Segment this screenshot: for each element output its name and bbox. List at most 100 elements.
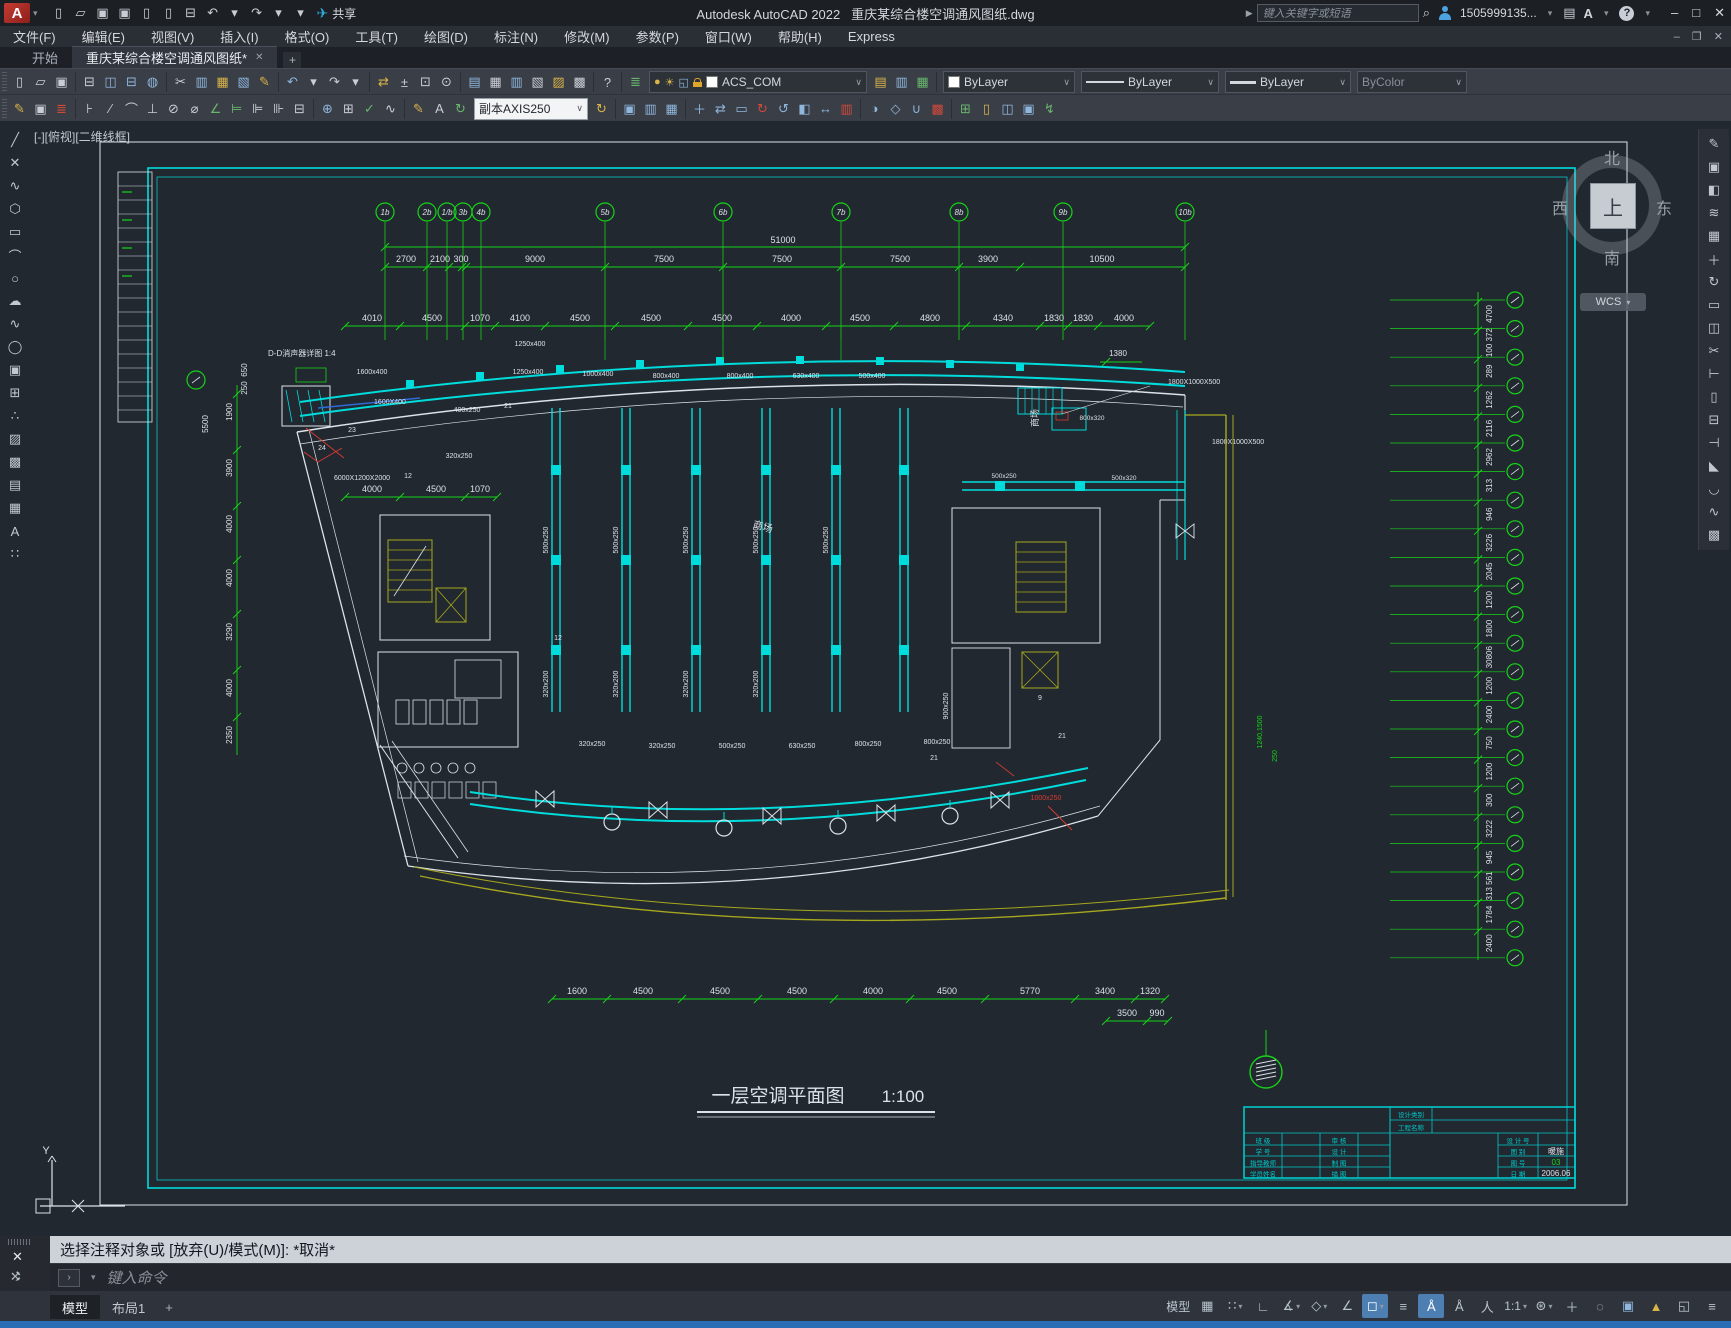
viewport-controls-label[interactable]: [-][俯视][二维线框] bbox=[34, 128, 130, 145]
open-file-icon[interactable]: ▱ bbox=[71, 3, 91, 23]
join-tool-icon[interactable]: ⊣ bbox=[1701, 432, 1727, 454]
align-icon[interactable]: ▥ bbox=[836, 98, 857, 120]
make-block-tool-icon[interactable]: ⊞ bbox=[2, 382, 28, 404]
save-icon[interactable]: ▣ bbox=[51, 71, 72, 93]
toolbar-grip[interactable] bbox=[2, 98, 7, 119]
clean-screen-icon[interactable]: ◱ bbox=[1671, 1294, 1697, 1318]
compass-south[interactable]: 南 bbox=[1602, 245, 1622, 269]
plot-icon[interactable]: ⊟ bbox=[181, 3, 201, 23]
menu-item-7[interactable]: 标注(N) bbox=[481, 26, 551, 47]
dim-break-icon[interactable]: ⊟ bbox=[289, 98, 310, 120]
chamfer-tool-icon[interactable]: ◣ bbox=[1701, 455, 1727, 477]
print-preview-icon[interactable]: ◫ bbox=[100, 71, 121, 93]
linetype-combo[interactable]: ByLayer ∨ bbox=[1081, 71, 1219, 93]
redo-menu-icon[interactable]: ▾ bbox=[345, 71, 366, 93]
new-layout-button[interactable]: + bbox=[157, 1295, 181, 1319]
diameter-dim-icon[interactable]: ⌀ bbox=[184, 98, 205, 120]
tolerance-icon[interactable]: ⊞ bbox=[338, 98, 359, 120]
layer-combo[interactable]: ● ☀ ◱ ACS_COM ∨ bbox=[649, 71, 867, 93]
helix-icon[interactable]: ↯ bbox=[1039, 98, 1060, 120]
tab-close-icon[interactable]: ✕ bbox=[255, 52, 263, 63]
paste-solid-icon[interactable]: ▥ bbox=[640, 98, 661, 120]
menu-item-11[interactable]: 帮助(H) bbox=[765, 26, 835, 47]
autodesk-apps-icon[interactable]: A bbox=[1584, 6, 1593, 21]
sheet-set-icon[interactable]: ▧ bbox=[527, 71, 548, 93]
help-chevron-icon[interactable]: ▾ bbox=[1642, 8, 1653, 19]
new-tab-button[interactable]: + bbox=[283, 52, 302, 68]
polar-tracking-icon[interactable]: ∡ ▾ bbox=[1278, 1294, 1304, 1318]
erase-tool-icon[interactable]: ✎ bbox=[1701, 133, 1727, 155]
new-file-icon[interactable]: ▯ bbox=[49, 3, 69, 23]
revolve-icon[interactable]: ▣ bbox=[1018, 98, 1039, 120]
trim-tool-icon[interactable]: ✂ bbox=[1701, 340, 1727, 362]
insert-block-tool-icon[interactable]: ▣ bbox=[2, 359, 28, 381]
polyline-tool-icon[interactable]: ∿ bbox=[2, 175, 28, 197]
menu-item-4[interactable]: 格式(O) bbox=[272, 26, 343, 47]
ortho-mode-icon[interactable]: ∟ bbox=[1250, 1294, 1276, 1318]
search-expander-icon[interactable]: ▶ bbox=[1246, 8, 1253, 19]
spline-tool-icon[interactable]: ∿ bbox=[2, 313, 28, 335]
text-style-icon[interactable]: ▣ bbox=[30, 98, 51, 120]
undo-menu-icon[interactable]: ▾ bbox=[225, 3, 245, 23]
markup-icon[interactable]: ▨ bbox=[548, 71, 569, 93]
save-as-icon[interactable]: ▣ bbox=[115, 3, 135, 23]
jogged-dim-icon[interactable]: ∿ bbox=[380, 98, 401, 120]
dim-edit-icon[interactable]: ✎ bbox=[408, 98, 429, 120]
mirror-solid-icon[interactable]: ◧ bbox=[794, 98, 815, 120]
table-tool-icon[interactable]: ▦ bbox=[2, 497, 28, 519]
isolate-objects-icon[interactable]: ◌ bbox=[1587, 1294, 1613, 1318]
zoom-previous-icon[interactable]: ⊙ bbox=[436, 71, 457, 93]
rect-select-icon[interactable]: ▭ bbox=[731, 98, 752, 120]
layer-states-icon[interactable]: ≣ bbox=[625, 71, 646, 93]
block-solid-icon[interactable]: ▦ bbox=[661, 98, 682, 120]
workspace-switch-icon[interactable]: ⊛ ▾ bbox=[1531, 1294, 1557, 1318]
circle-tool-icon[interactable]: ○ bbox=[2, 267, 28, 289]
window-close-button[interactable]: ✕ bbox=[1714, 5, 1725, 21]
redo-icon[interactable]: ↷ bbox=[324, 71, 345, 93]
help-icon[interactable]: ? bbox=[597, 71, 618, 93]
layer-isolate-icon[interactable]: ▥ bbox=[891, 71, 912, 93]
text-tool-icon[interactable]: A bbox=[2, 520, 28, 542]
command-close-icon[interactable]: ✕ bbox=[12, 1249, 23, 1265]
addselect-tool-icon[interactable]: ∷ bbox=[2, 543, 28, 565]
angular-dim-icon[interactable]: ∠ bbox=[205, 98, 226, 120]
doc-close-button[interactable]: ✕ bbox=[1714, 30, 1723, 43]
xline-tool-icon[interactable]: ✕ bbox=[2, 152, 28, 174]
rectangle-tool-icon[interactable]: ▭ bbox=[2, 221, 28, 243]
viewcube-top-face[interactable]: 上 bbox=[1590, 183, 1636, 229]
tab-layout1[interactable]: 布局1 bbox=[100, 1295, 157, 1319]
move-tool-icon[interactable]: ＋ bbox=[1701, 248, 1727, 270]
menu-item-5[interactable]: 工具(T) bbox=[342, 26, 411, 47]
block-edit-icon[interactable]: ✎ bbox=[254, 71, 275, 93]
open-icon[interactable]: ▱ bbox=[30, 71, 51, 93]
account-avatar-icon[interactable] bbox=[1438, 6, 1452, 20]
fillet-tool-icon[interactable]: ◡ bbox=[1701, 478, 1727, 500]
dim-update-icon[interactable]: ↻ bbox=[450, 98, 471, 120]
annotation-scale-icon[interactable]: 人 bbox=[1474, 1294, 1500, 1318]
point-tool-icon[interactable]: ∴ bbox=[2, 405, 28, 427]
linear-dim-icon[interactable]: ⊦ bbox=[79, 98, 100, 120]
publish-icon[interactable]: ◍ bbox=[142, 71, 163, 93]
undo-menu-icon[interactable]: ▾ bbox=[303, 71, 324, 93]
customize-status-icon[interactable]: ≡ bbox=[1699, 1294, 1725, 1318]
graphics-performance-icon[interactable]: ▣ bbox=[1615, 1294, 1641, 1318]
offset-tool-icon[interactable]: ≋ bbox=[1701, 202, 1727, 224]
zoom-realtime-icon[interactable]: ± bbox=[394, 71, 415, 93]
redo-icon[interactable]: ↷ bbox=[247, 3, 267, 23]
share-button[interactable]: ✈ 共享 bbox=[317, 5, 357, 22]
copy-nested-icon[interactable]: ◫ bbox=[1701, 317, 1727, 339]
model-paper-toggle[interactable]: 模型 bbox=[1164, 1294, 1192, 1318]
doc-minimize-button[interactable]: – bbox=[1674, 31, 1680, 43]
qat-customize-icon[interactable]: ▾ bbox=[291, 3, 311, 23]
line-tool-icon[interactable]: ╱ bbox=[2, 129, 28, 151]
lineweight-display-icon[interactable]: ≡ bbox=[1390, 1294, 1416, 1318]
center-mark-icon[interactable]: ⊕ bbox=[317, 98, 338, 120]
scale-tool-icon[interactable]: ▭ bbox=[1701, 294, 1727, 316]
command-history-line[interactable]: 选择注释对象或 [放弃(U)/模式(M)]: *取消* bbox=[50, 1236, 1731, 1263]
copy-tool-icon[interactable]: ▣ bbox=[1701, 156, 1727, 178]
redo-menu-icon[interactable]: ▾ bbox=[269, 3, 289, 23]
break-point-icon[interactable]: ▯ bbox=[1701, 386, 1727, 408]
properties-palette-icon[interactable]: ▤ bbox=[464, 71, 485, 93]
extrude-icon[interactable]: ⊞ bbox=[955, 98, 976, 120]
hatch-tool-icon[interactable]: ▨ bbox=[2, 428, 28, 450]
